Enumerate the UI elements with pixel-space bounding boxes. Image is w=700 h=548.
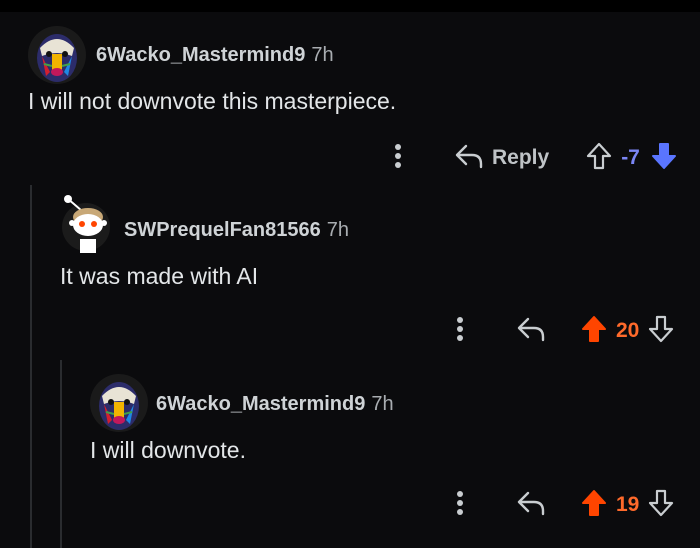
more-vertical-icon[interactable] [450, 488, 470, 523]
reply-button[interactable]: Reply [454, 143, 549, 174]
comment-timestamp: 7h [311, 44, 334, 66]
comment-timestamp: 7h [371, 393, 394, 415]
comment-actions: 20 [450, 313, 675, 349]
vote-score: 20 [616, 319, 640, 342]
comment-body: I will not downvote this masterpiece. [28, 88, 397, 114]
comment-body: I will downvote. [90, 437, 246, 463]
username-text[interactable]: 6Wacko_Mastermind9 [96, 44, 305, 66]
upvote-arrow-icon[interactable] [580, 488, 608, 523]
downvote-arrow-icon[interactable] [647, 314, 675, 349]
comment-timestamp: 7h [326, 219, 349, 241]
username-text[interactable]: 6Wacko_Mastermind9 [156, 393, 365, 415]
reply-arrow-icon[interactable] [516, 316, 546, 347]
vote-score: 19 [616, 493, 640, 516]
avatar[interactable] [28, 26, 86, 84]
avatar[interactable] [90, 374, 148, 432]
more-vertical-icon[interactable] [450, 314, 470, 349]
downvote-arrow-icon[interactable] [650, 141, 678, 176]
comment-username[interactable]: 6Wacko_Mastermind9 7h [96, 44, 334, 67]
thread-line-level-2[interactable] [60, 360, 62, 548]
more-vertical-icon[interactable] [388, 141, 408, 176]
comment-username[interactable]: 6Wacko_Mastermind9 7h [156, 393, 394, 416]
reply-label: Reply [492, 146, 550, 169]
top-status-strip [0, 0, 700, 12]
comment-body: It was made with AI [60, 263, 259, 289]
upvote-arrow-icon[interactable] [580, 314, 608, 349]
username-text[interactable]: SWPrequelFan81566 [124, 219, 321, 241]
comment-actions: 19 [450, 487, 675, 523]
reply-arrow-icon[interactable] [516, 490, 546, 521]
thread-line-level-1[interactable] [30, 185, 32, 548]
upvote-arrow-icon[interactable] [585, 141, 613, 176]
comment-username[interactable]: SWPrequelFan81566 7h [124, 219, 349, 242]
downvote-arrow-icon[interactable] [647, 488, 675, 523]
vote-score: -7 [621, 146, 640, 169]
comment-actions: Reply -7 [388, 140, 678, 176]
avatar[interactable] [60, 195, 112, 253]
reply-arrow-icon [454, 143, 484, 174]
